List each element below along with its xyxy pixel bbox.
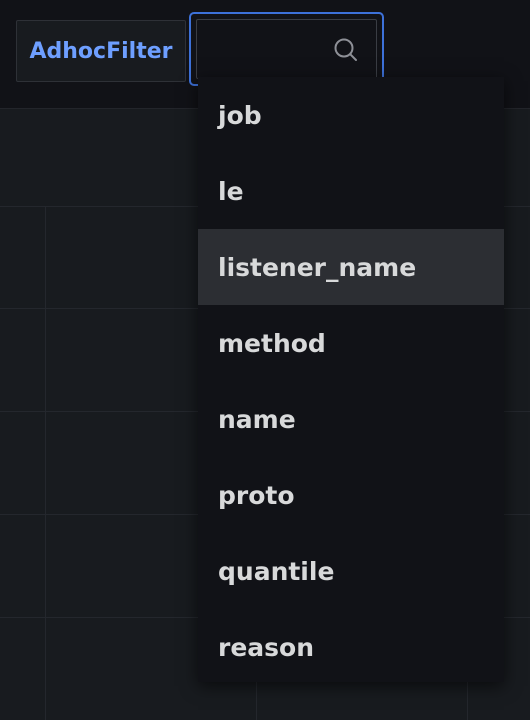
filter-key-search-input[interactable] (197, 20, 317, 78)
dashboard-page: AdhocFilter job le listener_name method … (0, 0, 530, 720)
dropdown-option-job[interactable]: job (198, 77, 504, 153)
filter-key-input-box[interactable] (196, 19, 377, 79)
search-icon (334, 38, 357, 61)
dropdown-option-name[interactable]: name (198, 381, 504, 457)
adhoc-filter-label[interactable]: AdhocFilter (16, 20, 186, 82)
dropdown-option-proto[interactable]: proto (198, 457, 504, 533)
filter-key-select[interactable] (189, 12, 384, 86)
dropdown-option-le[interactable]: le (198, 153, 504, 229)
filter-key-dropdown-menu: job le listener_name method name proto q… (198, 77, 504, 682)
dropdown-option-reason[interactable]: reason (198, 609, 504, 685)
dropdown-option-quantile[interactable]: quantile (198, 533, 504, 609)
grid-line (45, 206, 46, 720)
dropdown-option-listener-name[interactable]: listener_name (198, 229, 504, 305)
dropdown-option-method[interactable]: method (198, 305, 504, 381)
